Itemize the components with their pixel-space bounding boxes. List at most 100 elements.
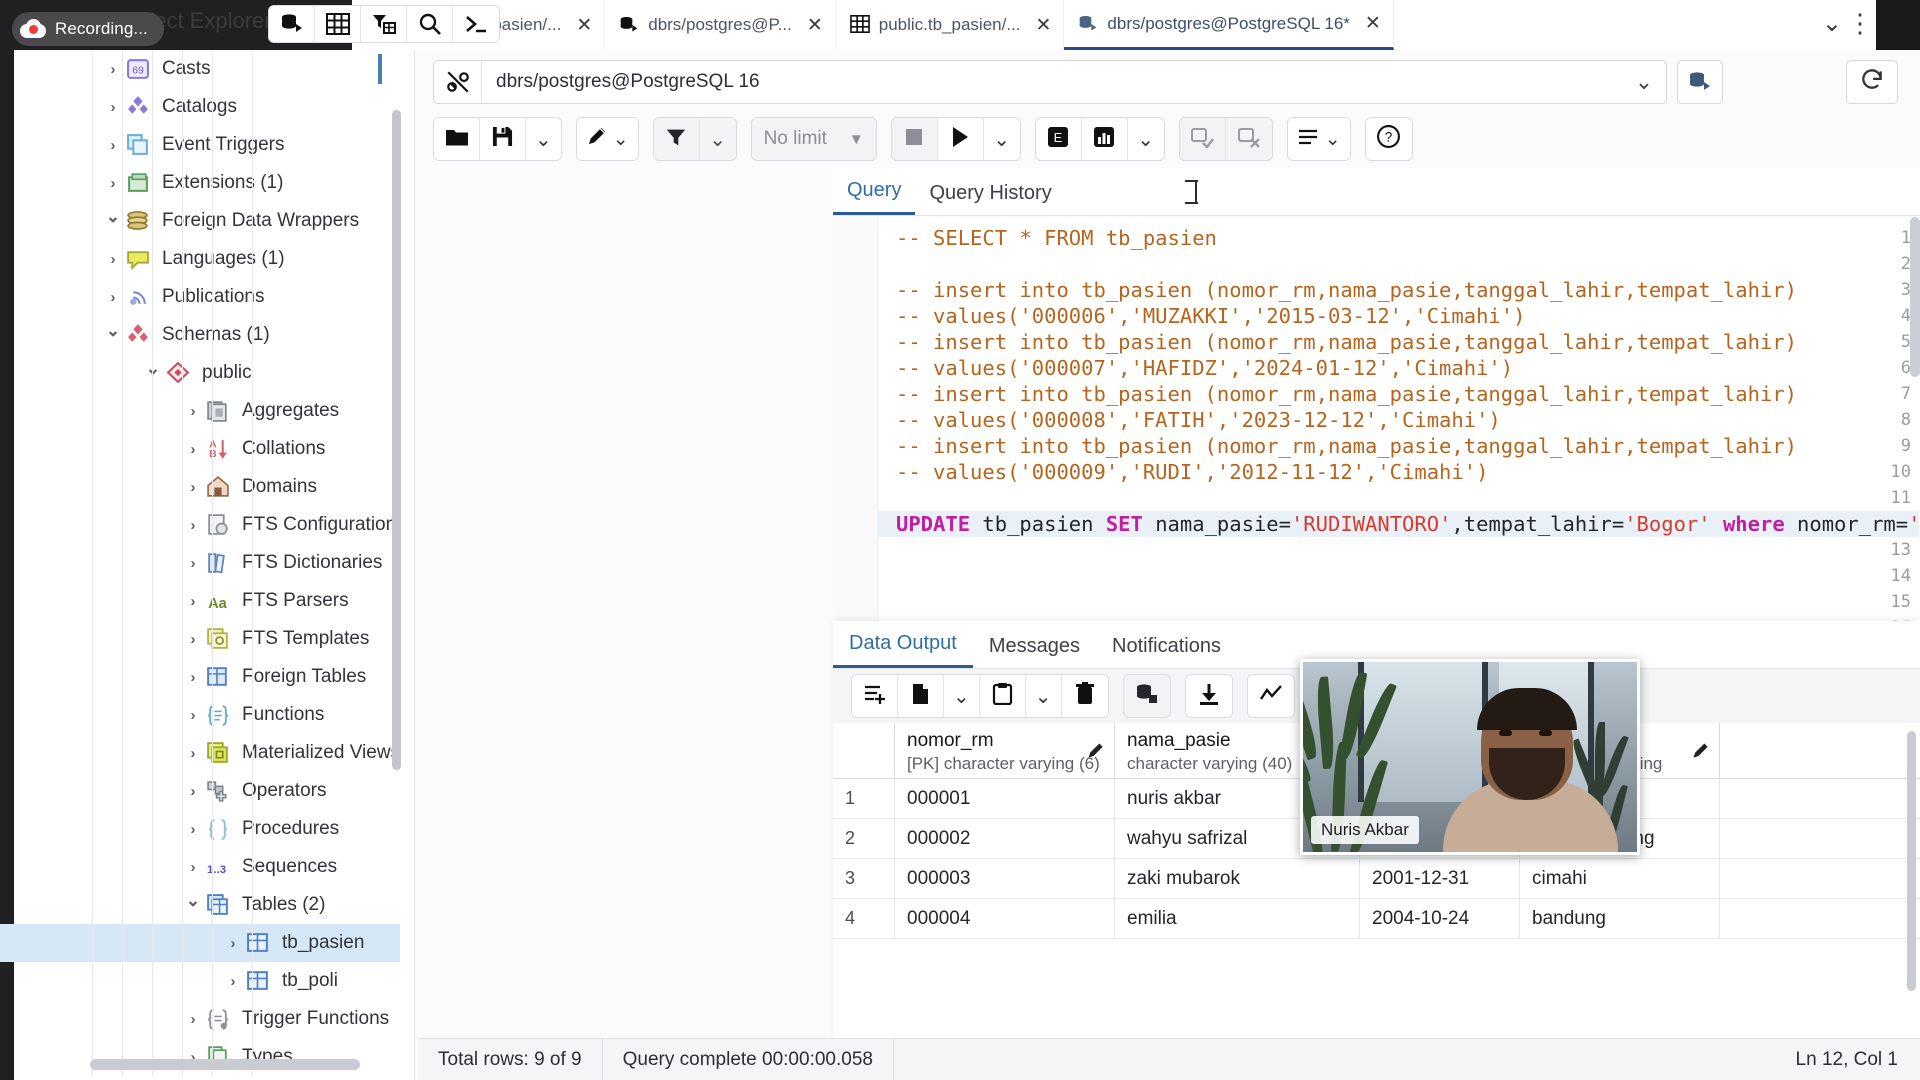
save-data-changes-button[interactable]: [1124, 675, 1170, 717]
chevron-right-icon[interactable]: ›: [180, 631, 206, 648]
filter-dropdown[interactable]: ⌄: [700, 118, 736, 160]
tree-item-functions[interactable]: ›Functions: [0, 696, 400, 734]
grid-cell-tempat_lahir[interactable]: bandung: [1520, 899, 1720, 938]
explain-options-dropdown[interactable]: ⌄: [1128, 118, 1164, 160]
grid-cell-nomor_rm[interactable]: 000003: [895, 859, 1115, 898]
grid-cell-tempat_lahir[interactable]: cimahi: [1520, 859, 1720, 898]
tree-item-languages-1[interactable]: ›Languages (1): [0, 240, 400, 278]
rollback-button[interactable]: [1226, 118, 1272, 160]
sql-line[interactable]: -- insert into tb_pasien (nomor_rm,nama_…: [896, 329, 1920, 355]
chevron-right-icon[interactable]: ›: [180, 783, 206, 800]
copy-button[interactable]: [898, 675, 944, 717]
sql-line[interactable]: -- insert into tb_pasien (nomor_rm,nama_…: [896, 277, 1920, 303]
tree-item-fts-configurations[interactable]: ›FTS Configurations: [0, 506, 400, 544]
object-tree[interactable]: ›69Casts›Catalogs›Event Triggers›Extensi…: [0, 50, 400, 1076]
database-stack-icon[interactable]: [269, 6, 315, 42]
tree-item-casts[interactable]: ›69Casts: [0, 50, 400, 88]
chevron-right-icon[interactable]: ›: [180, 479, 206, 496]
search-icon[interactable]: [407, 6, 453, 42]
grid-cell-nomor_rm[interactable]: 000002: [895, 819, 1115, 858]
sql-line[interactable]: [896, 251, 1920, 277]
tree-item-sequences[interactable]: ›1..3Sequences: [0, 848, 400, 886]
chevron-right-icon[interactable]: ›: [180, 555, 206, 572]
pencil-icon[interactable]: [1086, 741, 1106, 766]
sql-line[interactable]: [896, 537, 1920, 563]
sql-line[interactable]: -- values('000006','MUZAKKI','2015-03-12…: [896, 303, 1920, 329]
browser-tab-1-close-icon[interactable]: ✕: [576, 16, 592, 35]
chevron-right-icon[interactable]: ›: [180, 593, 206, 610]
delete-row-button[interactable]: [1062, 675, 1108, 717]
chevron-right-icon[interactable]: ›: [180, 669, 206, 686]
sql-line[interactable]: [896, 563, 1920, 589]
chevron-down-icon[interactable]: ⌄: [1822, 9, 1842, 38]
sql-line[interactable]: -- values('000009','RUDI','2012-11-12','…: [896, 459, 1920, 485]
browser-tab-2-close-icon[interactable]: ✕: [807, 16, 823, 35]
grid-cell-nomor_rm[interactable]: 000004: [895, 899, 1115, 938]
grid-vertical-scrollbar[interactable]: [1907, 731, 1916, 991]
help-button[interactable]: ?: [1366, 118, 1412, 160]
macros-button[interactable]: ⌄: [1288, 118, 1350, 160]
chevron-right-icon[interactable]: ›: [180, 859, 206, 876]
open-file-button[interactable]: [434, 118, 480, 160]
browser-tab-4-active[interactable]: dbrs/postgres@PostgreSQL 16* ✕: [1064, 0, 1393, 50]
chevron-right-icon[interactable]: ›: [220, 973, 246, 990]
chevron-down-icon[interactable]: ⌄: [1622, 69, 1666, 95]
tree-item-domains[interactable]: ›Domains: [0, 468, 400, 506]
browser-tab-4-close-icon[interactable]: ✕: [1365, 14, 1381, 33]
browser-tab-3[interactable]: public.tb_pasien/... ✕: [836, 0, 1065, 50]
chevron-down-icon[interactable]: ⌄: [180, 891, 206, 911]
row-limit-select[interactable]: No limit ▼: [752, 118, 876, 160]
table-grid-icon[interactable]: [315, 6, 361, 42]
sql-line[interactable]: -- values('000007','HAFIDZ','2024-01-12'…: [896, 355, 1920, 381]
tree-item-procedures[interactable]: ›Procedures: [0, 810, 400, 848]
tree-item-publications[interactable]: ›Publications: [0, 278, 400, 316]
sql-line[interactable]: UPDATE tb_pasien SET nama_pasie='RUDIWAN…: [878, 511, 1919, 537]
filter-button[interactable]: [654, 118, 700, 160]
tree-item-tb-poli[interactable]: ›tb_poli: [0, 962, 400, 1000]
sidebar-horizontal-scrollbar[interactable]: [90, 1059, 360, 1070]
browser-tab-3-close-icon[interactable]: ✕: [1036, 16, 1052, 35]
tree-item-tb-pasien[interactable]: ›tb_pasien: [0, 924, 400, 962]
table-row[interactable]: 4000004emilia2004-10-24bandung: [833, 899, 1920, 939]
chevron-down-icon[interactable]: ⌄: [140, 359, 166, 379]
tab-data-output[interactable]: Data Output: [833, 632, 973, 668]
tab-notifications[interactable]: Notifications: [1096, 635, 1237, 668]
grid-cell-tanggal_lahir[interactable]: 2004-10-24: [1360, 899, 1520, 938]
tree-item-fts-dictionaries[interactable]: ›FTS Dictionaries: [0, 544, 400, 582]
tree-item-foreign-tables[interactable]: ›Foreign Tables: [0, 658, 400, 696]
editor-vertical-scrollbar[interactable]: [1910, 217, 1920, 377]
chevron-right-icon[interactable]: ›: [180, 821, 206, 838]
add-row-button[interactable]: [852, 675, 898, 717]
sql-line[interactable]: -- insert into tb_pasien (nomor_rm,nama_…: [896, 381, 1920, 407]
explain-button[interactable]: E: [1036, 118, 1082, 160]
tree-item-aggregates[interactable]: ›Aggregates: [0, 392, 400, 430]
browser-tab-2[interactable]: dbrs/postgres@P... ✕: [605, 0, 836, 50]
execute-dropdown[interactable]: ⌄: [984, 118, 1020, 160]
connection-database-button[interactable]: [1677, 60, 1723, 104]
commit-button[interactable]: [1180, 118, 1226, 160]
chevron-right-icon[interactable]: ›: [180, 1011, 206, 1028]
tree-item-fts-parsers[interactable]: ›AaFTS Parsers: [0, 582, 400, 620]
sql-line[interactable]: [896, 485, 1920, 511]
stop-query-button[interactable]: [892, 118, 938, 160]
chevron-right-icon[interactable]: ›: [220, 935, 246, 952]
tree-item-types[interactable]: ›Types: [0, 1038, 400, 1076]
sql-editor[interactable]: 1-- SELECT * FROM tb_pasien23-- insert i…: [833, 217, 1920, 621]
tree-item-extensions-1[interactable]: ›Extensions (1): [0, 164, 400, 202]
execute-query-button[interactable]: [938, 118, 984, 160]
chevron-right-icon[interactable]: ›: [180, 745, 206, 762]
explain-analyze-button[interactable]: [1082, 118, 1128, 160]
tree-item-schemas-1[interactable]: ⌄Schemas (1): [0, 316, 400, 354]
tree-item-tables-2[interactable]: ⌄Tables (2): [0, 886, 400, 924]
chevron-right-icon[interactable]: ›: [180, 441, 206, 458]
sql-line[interactable]: [896, 589, 1920, 615]
tree-item-operators[interactable]: ›Operators: [0, 772, 400, 810]
terminal-icon[interactable]: [453, 6, 499, 42]
tree-item-fts-templates[interactable]: ›FTS Templates: [0, 620, 400, 658]
paste-button[interactable]: [980, 675, 1026, 717]
chevron-right-icon[interactable]: ›: [180, 517, 206, 534]
grid-cell-nomor_rm[interactable]: 000001: [895, 779, 1115, 818]
tab-query-history[interactable]: Query History: [915, 182, 1065, 215]
sql-line[interactable]: -- SELECT * FROM tb_pasien: [896, 225, 1920, 251]
edit-menu-button[interactable]: ⌄: [577, 118, 638, 160]
